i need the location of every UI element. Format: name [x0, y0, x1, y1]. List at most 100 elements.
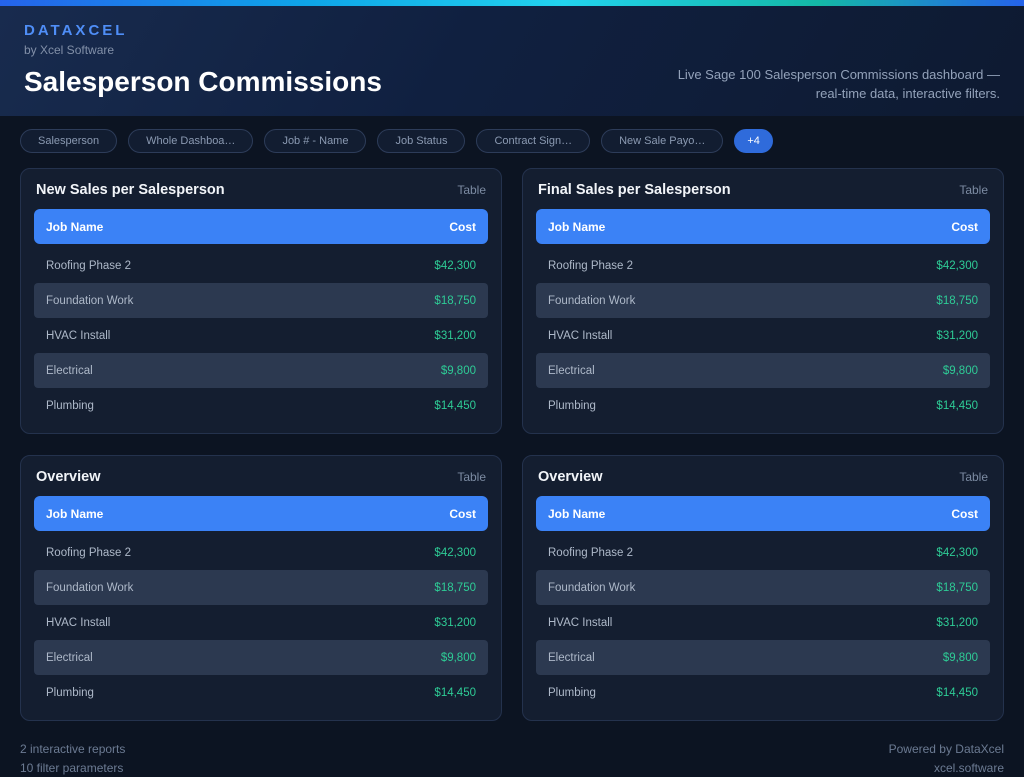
table-row[interactable]: Foundation Work $18,750 — [34, 570, 488, 605]
column-header-cost[interactable]: Cost — [951, 507, 978, 521]
cell-job-name: Foundation Work — [548, 295, 635, 307]
cell-cost: $9,800 — [441, 365, 476, 377]
cell-cost: $9,800 — [441, 652, 476, 664]
column-header-cost[interactable]: Cost — [951, 220, 978, 234]
cell-job-name: Roofing Phase 2 — [548, 260, 633, 272]
card-header: Final Sales per Salesperson Table — [536, 182, 990, 198]
header-description: Live Sage 100 Salesperson Commissions da… — [650, 66, 1000, 104]
cell-job-name: Electrical — [548, 365, 595, 377]
table-row[interactable]: Electrical $9,800 — [34, 640, 488, 675]
column-header-job-name[interactable]: Job Name — [46, 220, 103, 234]
cell-cost: $9,800 — [943, 652, 978, 664]
report-card-overview-1: Overview Table Job Name Cost Roofing Pha… — [20, 455, 502, 721]
card-title: New Sales per Salesperson — [36, 182, 225, 198]
report-card-new-sales: New Sales per Salesperson Table Job Name… — [20, 168, 502, 434]
card-title: Final Sales per Salesperson — [538, 182, 731, 198]
card-header: Overview Table — [34, 469, 488, 485]
column-header-cost[interactable]: Cost — [449, 507, 476, 521]
filter-chip-salesperson[interactable]: Salesperson — [20, 129, 117, 153]
table-row[interactable]: Roofing Phase 2 $42,300 — [536, 248, 990, 283]
table-row[interactable]: Plumbing $14,450 — [34, 675, 488, 710]
cell-job-name: Electrical — [46, 365, 93, 377]
cell-cost: $42,300 — [434, 547, 476, 559]
filter-more-badge[interactable]: +4 — [734, 129, 773, 153]
cell-job-name: Foundation Work — [46, 582, 133, 594]
page-title: Salesperson Commissions — [24, 66, 382, 98]
table-row[interactable]: HVAC Install $31,200 — [536, 605, 990, 640]
filter-chip-job-name[interactable]: Job # - Name — [264, 129, 366, 153]
cell-cost: $31,200 — [936, 330, 978, 342]
table-row[interactable]: Plumbing $14,450 — [536, 388, 990, 423]
table-body: Roofing Phase 2 $42,300 Foundation Work … — [34, 535, 488, 710]
filter-chip-new-sale-payout[interactable]: New Sale Payo… — [601, 129, 723, 153]
table-header-row: Job Name Cost — [536, 496, 990, 531]
table-row[interactable]: HVAC Install $31,200 — [34, 318, 488, 353]
cell-job-name: Plumbing — [46, 687, 94, 699]
cell-job-name: Electrical — [46, 652, 93, 664]
card-type-label: Table — [457, 183, 486, 197]
report-card-final-sales: Final Sales per Salesperson Table Job Na… — [522, 168, 1004, 434]
cell-cost: $31,200 — [434, 330, 476, 342]
report-card-overview-2: Overview Table Job Name Cost Roofing Pha… — [522, 455, 1004, 721]
cell-job-name: Plumbing — [548, 400, 596, 412]
card-title: Overview — [36, 469, 101, 485]
footer-stats: 2 interactive reports 10 filter paramete… — [20, 740, 125, 777]
table-header-row: Job Name Cost — [34, 496, 488, 531]
cell-cost: $18,750 — [936, 582, 978, 594]
cell-cost: $14,450 — [936, 400, 978, 412]
table-row[interactable]: Electrical $9,800 — [536, 353, 990, 388]
cell-job-name: Electrical — [548, 652, 595, 664]
cell-job-name: Roofing Phase 2 — [548, 547, 633, 559]
column-header-cost[interactable]: Cost — [449, 220, 476, 234]
reports-count: 2 interactive reports — [20, 740, 125, 759]
card-header: Overview Table — [536, 469, 990, 485]
cards-grid: New Sales per Salesperson Table Job Name… — [0, 162, 1024, 729]
cell-cost: $9,800 — [943, 365, 978, 377]
cell-cost: $42,300 — [434, 260, 476, 272]
table-row[interactable]: HVAC Install $31,200 — [34, 605, 488, 640]
table-row[interactable]: Foundation Work $18,750 — [536, 570, 990, 605]
header-left: DATAXCEL by Xcel Software Salesperson Co… — [24, 22, 382, 98]
cell-cost: $31,200 — [936, 617, 978, 629]
cell-cost: $18,750 — [434, 582, 476, 594]
cell-job-name: HVAC Install — [548, 617, 612, 629]
cell-job-name: Roofing Phase 2 — [46, 260, 131, 272]
card-title: Overview — [538, 469, 603, 485]
cell-job-name: Foundation Work — [548, 582, 635, 594]
table-body: Roofing Phase 2 $42,300 Foundation Work … — [34, 248, 488, 423]
table-row[interactable]: Electrical $9,800 — [34, 353, 488, 388]
page-footer: 2 interactive reports 10 filter paramete… — [0, 729, 1024, 777]
cell-job-name: Plumbing — [548, 687, 596, 699]
filter-bar: Salesperson Whole Dashboa… Job # - Name … — [0, 116, 1024, 162]
filter-chip-whole-dashboard[interactable]: Whole Dashboa… — [128, 129, 253, 153]
column-header-job-name[interactable]: Job Name — [548, 507, 605, 521]
table-row[interactable]: Roofing Phase 2 $42,300 — [34, 248, 488, 283]
column-header-job-name[interactable]: Job Name — [46, 507, 103, 521]
cell-cost: $18,750 — [936, 295, 978, 307]
table-row[interactable]: Roofing Phase 2 $42,300 — [536, 535, 990, 570]
cell-cost: $18,750 — [434, 295, 476, 307]
filter-chip-job-status[interactable]: Job Status — [377, 129, 465, 153]
card-header: New Sales per Salesperson Table — [34, 182, 488, 198]
card-type-label: Table — [457, 470, 486, 484]
cell-cost: $14,450 — [434, 687, 476, 699]
table-row[interactable]: Plumbing $14,450 — [536, 675, 990, 710]
cell-job-name: Foundation Work — [46, 295, 133, 307]
card-type-label: Table — [959, 470, 988, 484]
brand-logo: DATAXCEL — [24, 22, 382, 39]
table-row[interactable]: Roofing Phase 2 $42,300 — [34, 535, 488, 570]
powered-by: Powered by DataXcel — [889, 740, 1004, 759]
cell-cost: $42,300 — [936, 547, 978, 559]
table-row[interactable]: Plumbing $14,450 — [34, 388, 488, 423]
cell-cost: $14,450 — [434, 400, 476, 412]
table-row[interactable]: HVAC Install $31,200 — [536, 318, 990, 353]
cell-job-name: HVAC Install — [46, 617, 110, 629]
card-type-label: Table — [959, 183, 988, 197]
cell-job-name: Roofing Phase 2 — [46, 547, 131, 559]
table-row[interactable]: Foundation Work $18,750 — [34, 283, 488, 318]
filter-chip-contract-sign[interactable]: Contract Sign… — [476, 129, 590, 153]
column-header-job-name[interactable]: Job Name — [548, 220, 605, 234]
table-row[interactable]: Electrical $9,800 — [536, 640, 990, 675]
brand-tagline: by Xcel Software — [24, 43, 382, 57]
table-row[interactable]: Foundation Work $18,750 — [536, 283, 990, 318]
